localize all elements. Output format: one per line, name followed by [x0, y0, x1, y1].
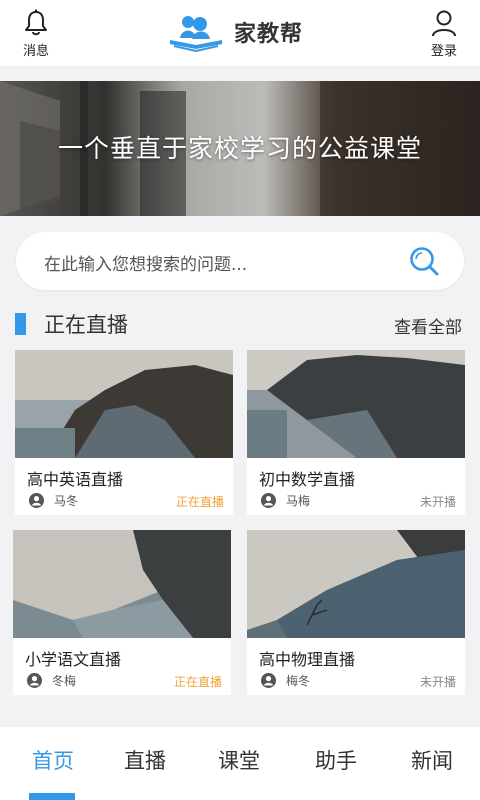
course-card[interactable]: 高中英语直播 马冬 正在直播	[15, 350, 233, 515]
banner-slogan: 一个垂直于家校学习的公益课堂	[57, 134, 422, 163]
tab-assistant[interactable]: 助手	[288, 745, 384, 775]
status-badge: 未开播	[419, 495, 456, 509]
banner[interactable]: 一个垂直于家校学习的公益课堂	[0, 81, 480, 216]
course-thumbnail	[15, 350, 233, 458]
status-badge: 正在直播	[175, 495, 224, 509]
avatar-icon	[27, 673, 42, 688]
teacher-name: 马冬	[54, 494, 79, 508]
teacher-info: 冬梅	[27, 672, 76, 689]
course-thumbnail	[13, 530, 231, 638]
bell-icon	[25, 9, 47, 36]
course-title: 高中英语直播	[27, 470, 124, 489]
teacher-name: 马梅	[286, 494, 311, 508]
user-icon	[432, 10, 456, 37]
status-badge: 正在直播	[173, 675, 222, 689]
teacher-info: 马梅	[261, 492, 310, 509]
messages-label: 消息	[22, 44, 49, 59]
course-title: 高中物理直播	[259, 650, 356, 669]
course-card[interactable]: 高中物理直播 梅冬 未开播	[247, 530, 465, 695]
teacher-name: 梅冬	[286, 674, 311, 688]
login-button[interactable]: 登录	[416, 8, 472, 60]
avatar-icon	[29, 493, 44, 508]
course-card[interactable]: 初中数学直播 马梅 未开播	[247, 350, 465, 515]
see-all-link[interactable]: 查看全部	[394, 313, 462, 338]
login-label: 登录	[430, 44, 457, 59]
avatar-icon	[261, 493, 276, 508]
section-accent-bar	[15, 313, 26, 335]
section-title: 正在直播	[44, 313, 128, 337]
tab-classroom[interactable]: 课堂	[191, 745, 287, 775]
status-badge: 未开播	[419, 675, 456, 689]
top-bar: 消息 家教帮 登录	[0, 0, 480, 66]
course-thumbnail	[247, 350, 465, 458]
avatar-icon	[261, 673, 276, 688]
tab-home[interactable]: 首页	[5, 745, 101, 775]
search-input[interactable]: 在此输入您想搜索的问题...	[44, 250, 247, 275]
course-title: 初中数学直播	[259, 470, 356, 489]
tab-live[interactable]: 直播	[97, 745, 193, 775]
brand: 家教帮	[168, 12, 303, 52]
teacher-info: 梅冬	[261, 672, 310, 689]
app-name: 家教帮	[234, 22, 304, 47]
teacher-name: 冬梅	[52, 674, 77, 688]
course-card[interactable]: 小学语文直播 冬梅 正在直播	[13, 530, 231, 695]
tab-news[interactable]: 新闻	[384, 745, 480, 775]
teacher-info: 马冬	[29, 492, 78, 509]
course-title: 小学语文直播	[25, 650, 122, 669]
search-icon[interactable]	[408, 245, 440, 277]
course-thumbnail	[247, 530, 465, 638]
logo-icon	[170, 16, 222, 52]
bottom-nav: 首页 直播 课堂 助手 新闻	[0, 727, 480, 800]
messages-button[interactable]: 消息	[8, 8, 64, 60]
search-bar[interactable]: 在此输入您想搜索的问题...	[16, 232, 464, 290]
active-tab-indicator	[29, 793, 75, 800]
